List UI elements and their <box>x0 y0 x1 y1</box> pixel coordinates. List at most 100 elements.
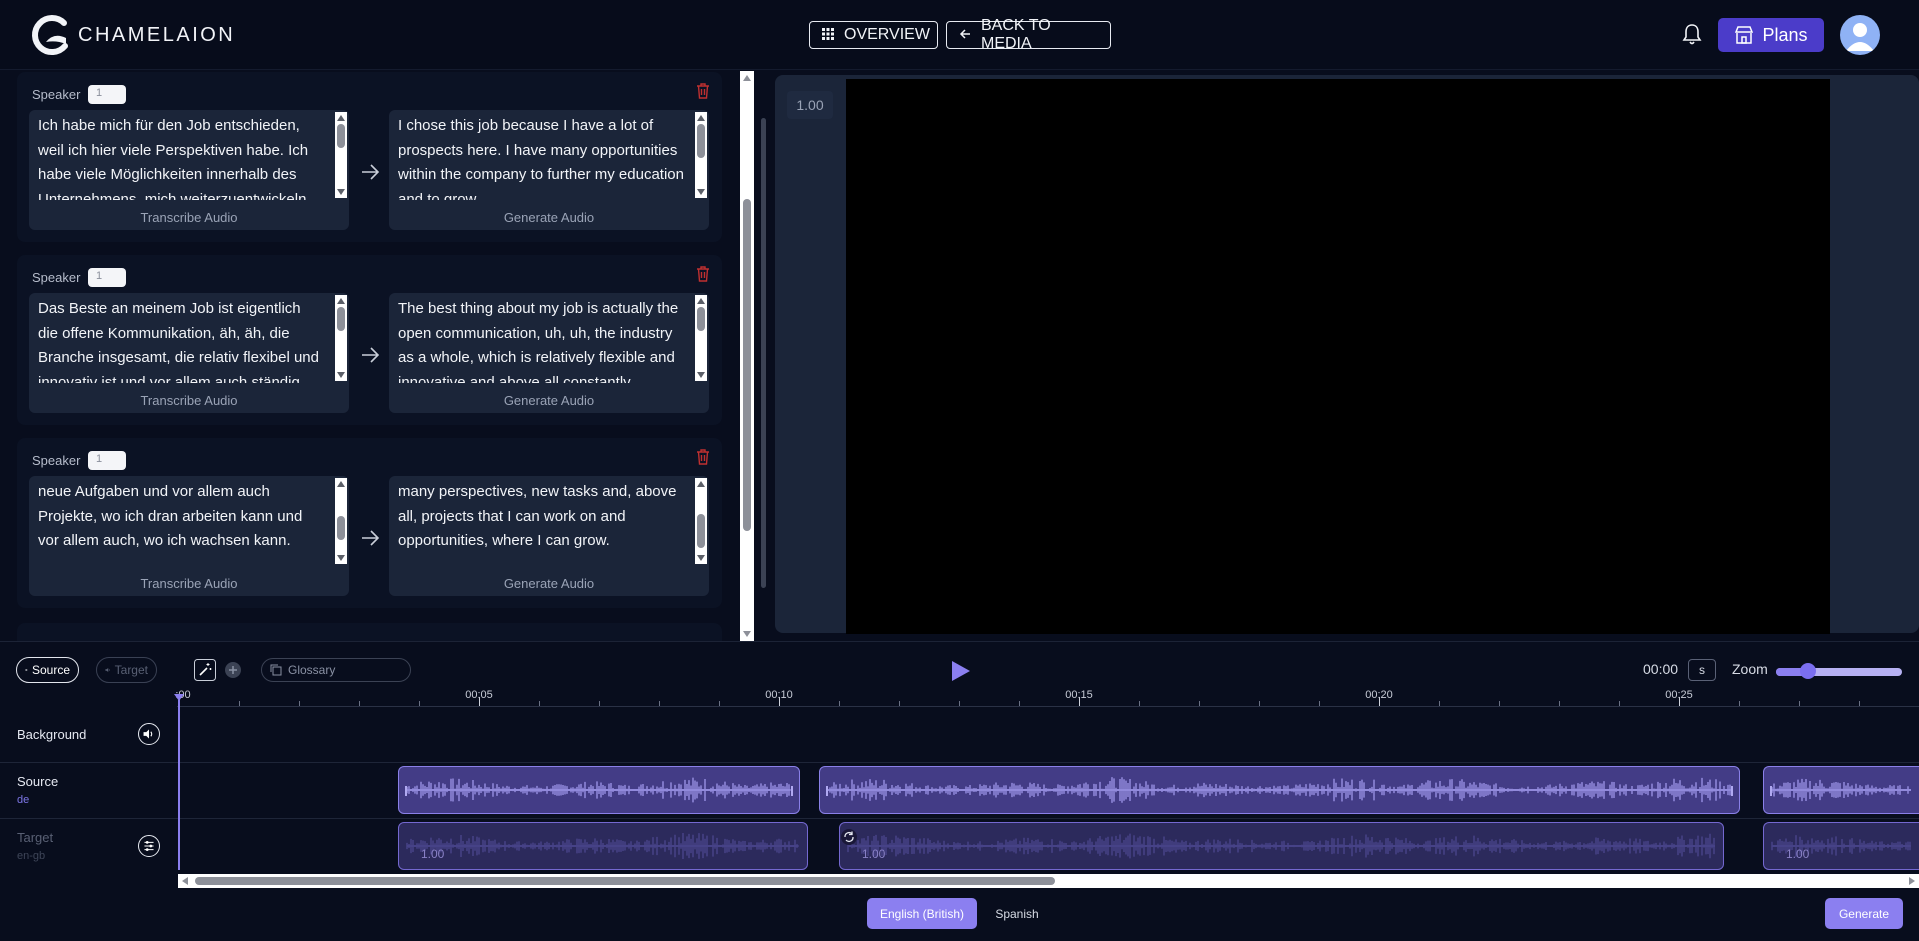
target-audio-clip[interactable]: 1.00 <box>839 822 1724 870</box>
segment-card: Speaker 1 Ich habe mich für den Job ents… <box>17 72 722 242</box>
glossary-placeholder: Glossary <box>288 663 336 677</box>
source-text-scrollbar[interactable] <box>335 112 347 198</box>
user-avatar[interactable] <box>1840 15 1880 55</box>
arrow-right-icon <box>362 347 380 363</box>
speaker-input[interactable]: 1 <box>88 451 126 470</box>
clip-speed-label: 1.00 <box>1786 847 1810 861</box>
play-icon[interactable] <box>949 660 971 682</box>
waveform <box>827 777 1731 803</box>
generate-audio-button[interactable]: Generate Audio <box>389 210 709 225</box>
target-text-box[interactable]: many perspectives, new tasks and, above … <box>389 476 709 596</box>
background-volume-icon[interactable] <box>138 723 160 745</box>
target-track-language: en-gb <box>17 850 46 862</box>
target-text-box[interactable]: I chose this job because I have a lot of… <box>389 110 709 230</box>
source-audio-clip[interactable] <box>398 766 800 814</box>
source-audio-clip[interactable] <box>819 766 1740 814</box>
waveform <box>406 833 799 859</box>
top-bar: CHAMELAION OVERVIEW BACK TO MEDIA Plans <box>0 0 1919 70</box>
add-circle-icon[interactable] <box>222 659 244 681</box>
ruler-label: 00:20 <box>1365 689 1393 701</box>
copy-icon <box>270 664 282 676</box>
timeline-scrollbar[interactable] <box>178 874 1919 888</box>
target-audio-toggle[interactable]: Target <box>96 657 157 683</box>
video-preview-panel: 1.00 <box>775 75 1919 634</box>
speaker-input[interactable]: 1 <box>88 85 126 104</box>
source-track-language: de <box>17 794 30 806</box>
target-audio-clip[interactable]: 1.00 <box>1763 822 1919 870</box>
target-text[interactable]: The best thing about my job is actually … <box>398 297 684 383</box>
ruler-divider <box>177 706 1919 707</box>
source-audio-toggle[interactable]: Source <box>16 657 79 683</box>
track-divider <box>0 818 1919 819</box>
overview-button[interactable]: OVERVIEW <box>809 21 938 49</box>
track-divider <box>0 762 1919 763</box>
arrow-right-icon <box>362 530 380 546</box>
target-text-box[interactable]: The best thing about my job is actually … <box>389 293 709 413</box>
time-unit-toggle[interactable]: s <box>1688 659 1716 681</box>
target-text-scrollbar[interactable] <box>695 112 707 198</box>
target-text-scrollbar[interactable] <box>695 478 707 564</box>
waveform <box>406 777 791 803</box>
source-text-box[interactable]: neue Aufgaben und vor allem auch Projekt… <box>29 476 349 596</box>
plans-label: Plans <box>1762 24 1808 45</box>
source-text-scrollbar[interactable] <box>335 295 347 381</box>
source-text[interactable]: Das Beste an meinem Job ist eigentlich d… <box>38 297 324 383</box>
target-toggle-label: Target <box>114 663 148 677</box>
waveform <box>1771 778 1911 802</box>
back-to-media-button[interactable]: BACK TO MEDIA <box>946 17 1111 52</box>
source-text[interactable]: Ich habe mich für den Job entschieden, w… <box>38 114 324 200</box>
target-track-label: Target <box>17 830 54 845</box>
delete-segment-icon[interactable] <box>696 266 710 282</box>
target-text[interactable]: many perspectives, new tasks and, above … <box>398 480 684 566</box>
speaker-volume-icon <box>25 668 28 672</box>
transcribe-audio-button[interactable]: Transcribe Audio <box>29 210 349 225</box>
overview-label: OVERVIEW <box>844 26 930 43</box>
timeline-ruler[interactable]: :00 00:05 00:10 00:15 00:20 00:25 <box>175 686 1919 707</box>
transcribe-audio-button[interactable]: Transcribe Audio <box>29 576 349 591</box>
segment-card-partial <box>17 623 722 641</box>
source-text-box[interactable]: Das Beste an meinem Job ist eigentlich d… <box>29 293 349 413</box>
app-logo[interactable]: CHAMELAION <box>30 14 235 56</box>
source-track-label: Source <box>17 774 59 789</box>
ruler-label: 00:25 <box>1665 689 1693 701</box>
background-track-label: Background <box>17 727 87 742</box>
generate-button[interactable]: Generate <box>1825 898 1903 929</box>
target-text-scrollbar[interactable] <box>695 295 707 381</box>
target-track-settings-icon[interactable] <box>138 835 160 857</box>
speaker-label: Speaker <box>32 87 81 102</box>
segments-panel: Speaker 1 Ich habe mich für den Job ents… <box>0 71 740 641</box>
video-player[interactable] <box>846 79 1830 634</box>
speaker-input[interactable]: 1 <box>88 268 126 287</box>
zoom-slider[interactable] <box>1776 668 1902 676</box>
segment-card: Speaker 1 neue Aufgaben und vor allem au… <box>17 438 722 608</box>
language-tab-spanish[interactable]: Spanish <box>987 898 1047 929</box>
source-audio-clip[interactable] <box>1763 766 1919 814</box>
target-audio-clip[interactable]: 1.00 <box>398 822 808 870</box>
zoom-slider-handle[interactable] <box>1799 663 1816 679</box>
regenerate-icon[interactable] <box>840 828 858 846</box>
glossary-input[interactable]: Glossary <box>261 658 411 682</box>
source-text[interactable]: neue Aufgaben und vor allem auch Projekt… <box>38 480 324 566</box>
notifications-bell-icon[interactable] <box>1681 22 1703 46</box>
ruler-label: 00:05 <box>465 689 493 701</box>
plans-button[interactable]: Plans <box>1718 18 1824 52</box>
clip-speed-label: 1.00 <box>862 847 886 861</box>
current-time: 00:00 <box>1643 661 1679 677</box>
delete-segment-icon[interactable] <box>696 449 710 465</box>
magic-wand-icon[interactable] <box>194 659 216 681</box>
generate-audio-button[interactable]: Generate Audio <box>389 393 709 408</box>
source-text-scrollbar[interactable] <box>335 478 347 564</box>
source-text-box[interactable]: Ich habe mich für den Job entschieden, w… <box>29 110 349 230</box>
store-icon <box>1735 26 1754 44</box>
playhead[interactable] <box>178 700 180 870</box>
chameleon-logo-icon <box>32 15 68 55</box>
transcribe-audio-button[interactable]: Transcribe Audio <box>29 393 349 408</box>
panel-divider[interactable] <box>761 118 766 588</box>
target-text[interactable]: I chose this job because I have a lot of… <box>398 114 684 200</box>
language-tab-english-british[interactable]: English (British) <box>867 898 977 929</box>
grid-icon <box>822 27 834 43</box>
generate-audio-button[interactable]: Generate Audio <box>389 576 709 591</box>
ruler-label: 00:10 <box>765 689 793 701</box>
segments-scrollbar[interactable] <box>740 71 754 641</box>
delete-segment-icon[interactable] <box>696 83 710 99</box>
